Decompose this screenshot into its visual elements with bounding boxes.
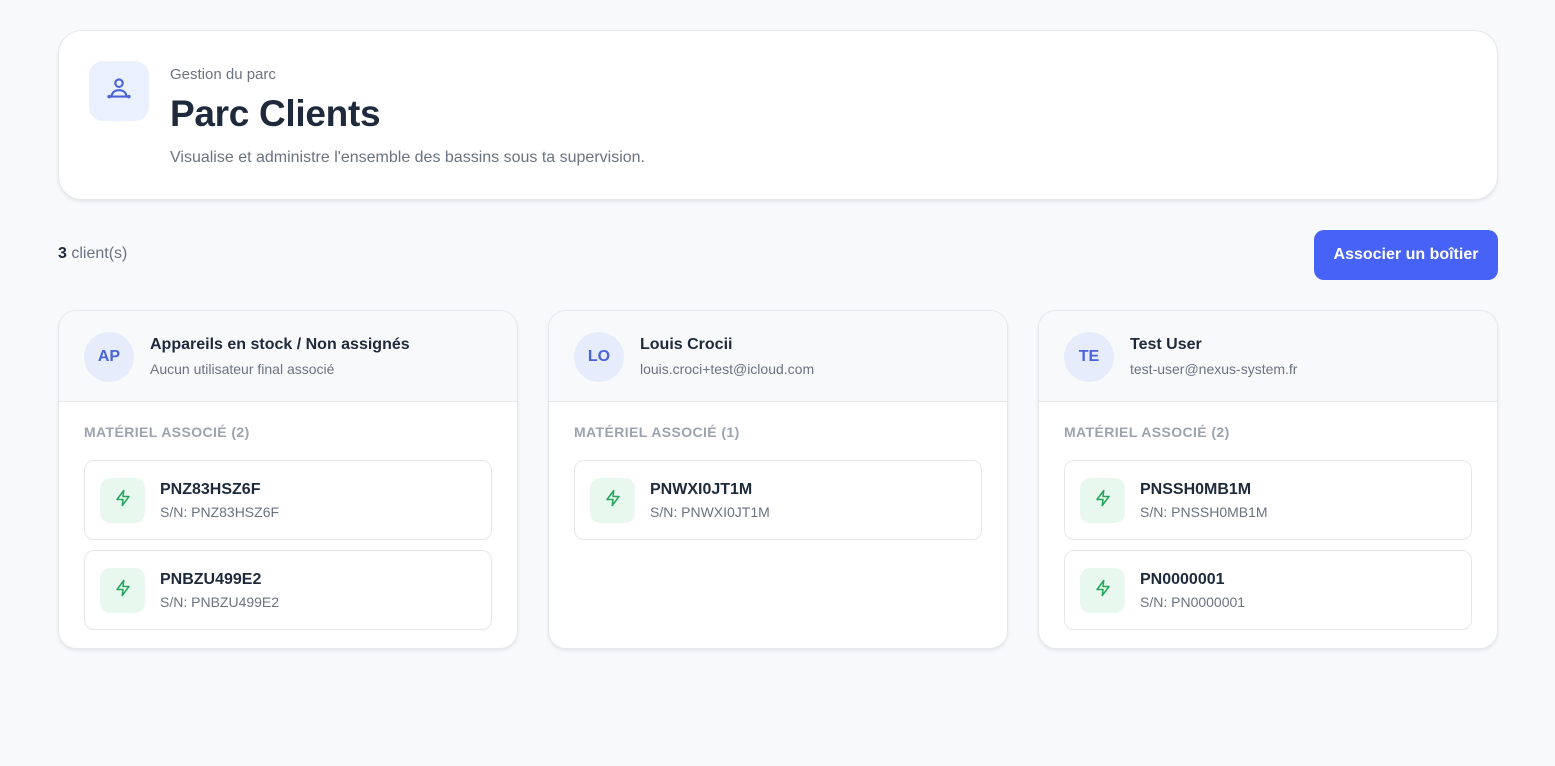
lightning-icon bbox=[114, 489, 132, 512]
device-list: PNZ83HSZ6F S/N: PNZ83HSZ6F PNBZU499E2 S/… bbox=[84, 460, 492, 640]
client-email: test-user@nexus-system.fr bbox=[1130, 361, 1298, 377]
page-subtitle: Visualise et administre l'ensemble des b… bbox=[170, 149, 645, 166]
device-name: PNZ83HSZ6F bbox=[160, 481, 261, 498]
device-name: PNBZU499E2 bbox=[160, 571, 262, 588]
device-item[interactable]: PN0000001 S/N: PN0000001 bbox=[1064, 550, 1472, 630]
page-title: Parc Clients bbox=[170, 93, 381, 134]
page-header: Gestion du parc Parc Clients Visualise e… bbox=[58, 30, 1498, 200]
header-eyebrow: Gestion du parc bbox=[170, 66, 276, 83]
device-icon-box bbox=[1080, 478, 1125, 523]
device-item[interactable]: PNBZU499E2 S/N: PNBZU499E2 bbox=[84, 550, 492, 630]
device-name: PNWXI0JT1M bbox=[650, 481, 753, 498]
page: Gestion du parc Parc Clients Visualise e… bbox=[0, 0, 1555, 766]
lightning-icon bbox=[1094, 579, 1112, 602]
client-count-value: 3 bbox=[58, 245, 67, 262]
lightning-icon bbox=[604, 489, 622, 512]
equipment-section-title: MATÉRIEL ASSOCIÉ (2) bbox=[84, 424, 250, 440]
device-name: PNSSH0MB1M bbox=[1140, 481, 1252, 498]
device-serial: S/N: PN0000001 bbox=[1140, 594, 1246, 610]
client-count: 3 client(s) bbox=[58, 245, 127, 263]
device-icon-box bbox=[100, 568, 145, 613]
equipment-section-title: MATÉRIEL ASSOCIÉ (1) bbox=[574, 424, 740, 440]
user-network-icon bbox=[105, 75, 133, 108]
device-name: PN0000001 bbox=[1140, 571, 1225, 588]
header-icon-box bbox=[89, 61, 149, 121]
avatar: AP bbox=[84, 332, 134, 382]
device-list: PNWXI0JT1M S/N: PNWXI0JT1M bbox=[574, 460, 982, 550]
device-icon-box bbox=[590, 478, 635, 523]
client-name: Louis Crocii bbox=[640, 336, 733, 353]
device-serial: S/N: PNZ83HSZ6F bbox=[160, 504, 280, 520]
device-serial: S/N: PNSSH0MB1M bbox=[1140, 504, 1268, 520]
client-card-header: LO Louis Crocii louis.croci+test@icloud.… bbox=[549, 311, 1007, 402]
device-icon-box bbox=[100, 478, 145, 523]
client-email: Aucun utilisateur final associé bbox=[150, 361, 335, 377]
avatar: LO bbox=[574, 332, 624, 382]
client-name: Test User bbox=[1130, 336, 1202, 353]
device-item[interactable]: PNZ83HSZ6F S/N: PNZ83HSZ6F bbox=[84, 460, 492, 540]
equipment-section-title: MATÉRIEL ASSOCIÉ (2) bbox=[1064, 424, 1230, 440]
device-serial: S/N: PNWXI0JT1M bbox=[650, 504, 770, 520]
client-count-label: client(s) bbox=[66, 245, 128, 262]
associate-device-button[interactable]: Associer un boîtier bbox=[1314, 230, 1498, 280]
device-serial: S/N: PNBZU499E2 bbox=[160, 594, 280, 610]
device-item[interactable]: PNSSH0MB1M S/N: PNSSH0MB1M bbox=[1064, 460, 1472, 540]
device-item[interactable]: PNWXI0JT1M S/N: PNWXI0JT1M bbox=[574, 460, 982, 540]
client-card-ap: AP Appareils en stock / Non assignés Auc… bbox=[58, 310, 518, 649]
client-email: louis.croci+test@icloud.com bbox=[640, 361, 815, 377]
avatar: TE bbox=[1064, 332, 1114, 382]
device-icon-box bbox=[1080, 568, 1125, 613]
client-name: Appareils en stock / Non assignés bbox=[150, 336, 410, 353]
client-card-te: TE Test User test-user@nexus-system.fr M… bbox=[1038, 310, 1498, 649]
lightning-icon bbox=[114, 579, 132, 602]
lightning-icon bbox=[1094, 489, 1112, 512]
device-list: PNSSH0MB1M S/N: PNSSH0MB1M PN0000001 S/N… bbox=[1064, 460, 1472, 640]
client-card-header: TE Test User test-user@nexus-system.fr bbox=[1039, 311, 1497, 402]
client-card-lo: LO Louis Crocii louis.croci+test@icloud.… bbox=[548, 310, 1008, 649]
client-card-header: AP Appareils en stock / Non assignés Auc… bbox=[59, 311, 517, 402]
